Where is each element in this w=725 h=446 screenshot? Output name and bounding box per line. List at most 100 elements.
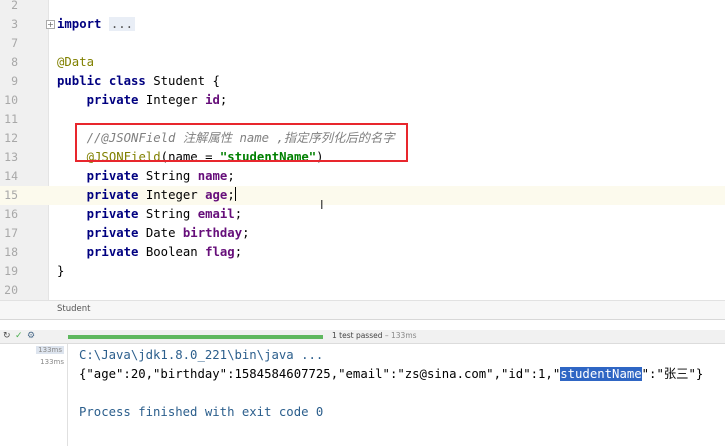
code-token: flag — [205, 245, 235, 259]
test-status-time: – 133ms — [382, 331, 417, 340]
code-token: Integer — [145, 93, 206, 107]
line-number: 3 — [11, 17, 18, 31]
line-number: 14 — [4, 169, 18, 183]
code-text[interactable]: import ... — [57, 15, 136, 34]
fold-expand-icon[interactable]: + — [46, 20, 55, 29]
console-output[interactable]: C:\Java\jdk1.8.0_221\bin\java ... {"age"… — [68, 344, 725, 446]
line-number: 7 — [11, 36, 18, 50]
code-text[interactable]: @Data — [57, 53, 94, 72]
line-number: 2 — [11, 0, 18, 12]
code-token: ; — [227, 188, 235, 202]
selected-text: studentName — [560, 367, 642, 381]
code-text[interactable]: } — [57, 262, 64, 281]
breadcrumb-item-student[interactable]: Student — [57, 304, 90, 314]
code-token: ... — [108, 17, 136, 31]
code-token: ; — [227, 169, 235, 183]
test-tree-item[interactable]: 133ms — [36, 346, 64, 354]
code-token: ; — [219, 93, 228, 107]
code-token: private — [86, 93, 146, 107]
console-exit-message: Process finished with exit code 0 — [79, 405, 324, 419]
rerun-icon[interactable]: ↻ — [3, 331, 11, 341]
line-number: 13 — [4, 150, 18, 164]
output-text: {"age":20,"birthday":1584584607725,"emai… — [79, 367, 561, 381]
text-cursor-icon: I — [320, 198, 324, 212]
code-text[interactable]: private Date birthday; — [57, 224, 250, 243]
line-number: 20 — [4, 283, 18, 297]
code-token: ; — [242, 226, 250, 240]
code-line[interactable]: 19} — [0, 262, 725, 281]
code-line[interactable]: 16 private String email; — [0, 205, 725, 224]
line-number: 9 — [11, 74, 18, 88]
code-token: @Data — [57, 55, 95, 69]
code-editor[interactable]: 2 3 + import ... 7 8 @Data 9 public class Studen… — [0, 0, 725, 300]
test-tree-item[interactable]: 133ms — [40, 358, 64, 366]
line-number: 17 — [4, 226, 18, 240]
settings-icon[interactable]: ⚙ — [27, 331, 35, 341]
code-line[interactable]: 7 — [0, 34, 725, 53]
line-number: 19 — [4, 264, 18, 278]
line-number: 15 — [4, 188, 18, 202]
code-token: private — [86, 226, 146, 240]
console-json-output[interactable]: {"age":20,"birthday":1584584607725,"emai… — [79, 365, 703, 384]
code-token: String — [145, 207, 198, 221]
panel-divider — [0, 320, 725, 330]
code-token: Date — [145, 226, 183, 240]
code-token: private — [86, 188, 146, 202]
code-token: public class — [57, 74, 154, 88]
code-line[interactable]: 17 private Date birthday; — [0, 224, 725, 243]
code-token: ; — [234, 207, 243, 221]
code-line[interactable]: 18 private Boolean flag; — [0, 243, 725, 262]
code-line[interactable]: 14 private String name; — [0, 167, 725, 186]
code-token: private — [86, 245, 146, 259]
code-token: Boolean — [145, 245, 206, 259]
code-token: id — [205, 93, 220, 107]
code-line[interactable]: 20 — [0, 281, 725, 300]
line-number: 16 — [4, 207, 18, 221]
code-token: birthday — [182, 226, 243, 240]
breadcrumb[interactable]: Student — [0, 300, 725, 320]
test-status: 1 test passed – 133ms — [332, 331, 417, 340]
output-text: ":"张三"} — [641, 367, 704, 381]
annotation-highlight-box — [75, 123, 408, 162]
code-text[interactable]: public class Student { — [57, 72, 220, 91]
code-token: age — [205, 188, 228, 202]
code-text[interactable]: private String email; — [57, 205, 243, 224]
code-token: private — [86, 169, 146, 183]
code-token: ; — [234, 245, 243, 259]
passed-check-icon[interactable]: ✓ — [15, 331, 23, 341]
code-token: } — [57, 264, 65, 278]
code-line[interactable]: 8 @Data — [0, 53, 725, 72]
code-token: name — [197, 169, 228, 183]
line-number: 10 — [4, 93, 18, 107]
code-text[interactable]: private Boolean flag; — [57, 243, 243, 262]
run-toolbar: ↻ ✓ ⚙ 1 test passed – 133ms — [0, 330, 725, 344]
code-token: Student { — [153, 74, 220, 88]
line-number: 8 — [11, 55, 18, 69]
code-line[interactable]: 3 + import ... — [0, 15, 725, 34]
line-number: 11 — [4, 112, 18, 126]
code-line[interactable]: 2 — [0, 0, 725, 15]
code-text[interactable]: private String name; — [57, 167, 235, 186]
code-line[interactable]: 15 private Integer age; — [0, 186, 725, 205]
test-results-tree[interactable]: 133ms 133ms — [0, 344, 68, 446]
code-token: String — [145, 169, 198, 183]
line-number: 12 — [4, 131, 18, 145]
code-token: import — [57, 17, 109, 31]
test-progress-bar — [68, 335, 323, 339]
code-text[interactable]: private Integer id; — [57, 91, 228, 110]
text-caret — [234, 187, 236, 201]
console-command-line: C:\Java\jdk1.8.0_221\bin\java ... — [79, 348, 324, 362]
code-line[interactable]: 9 public class Student { — [0, 72, 725, 91]
code-token: email — [197, 207, 235, 221]
code-token: private — [86, 207, 146, 221]
code-text[interactable]: private Integer age; — [57, 186, 236, 205]
code-token: Integer — [145, 188, 206, 202]
code-line[interactable]: 10 private Integer id; — [0, 91, 725, 110]
line-number: 18 — [4, 245, 18, 259]
